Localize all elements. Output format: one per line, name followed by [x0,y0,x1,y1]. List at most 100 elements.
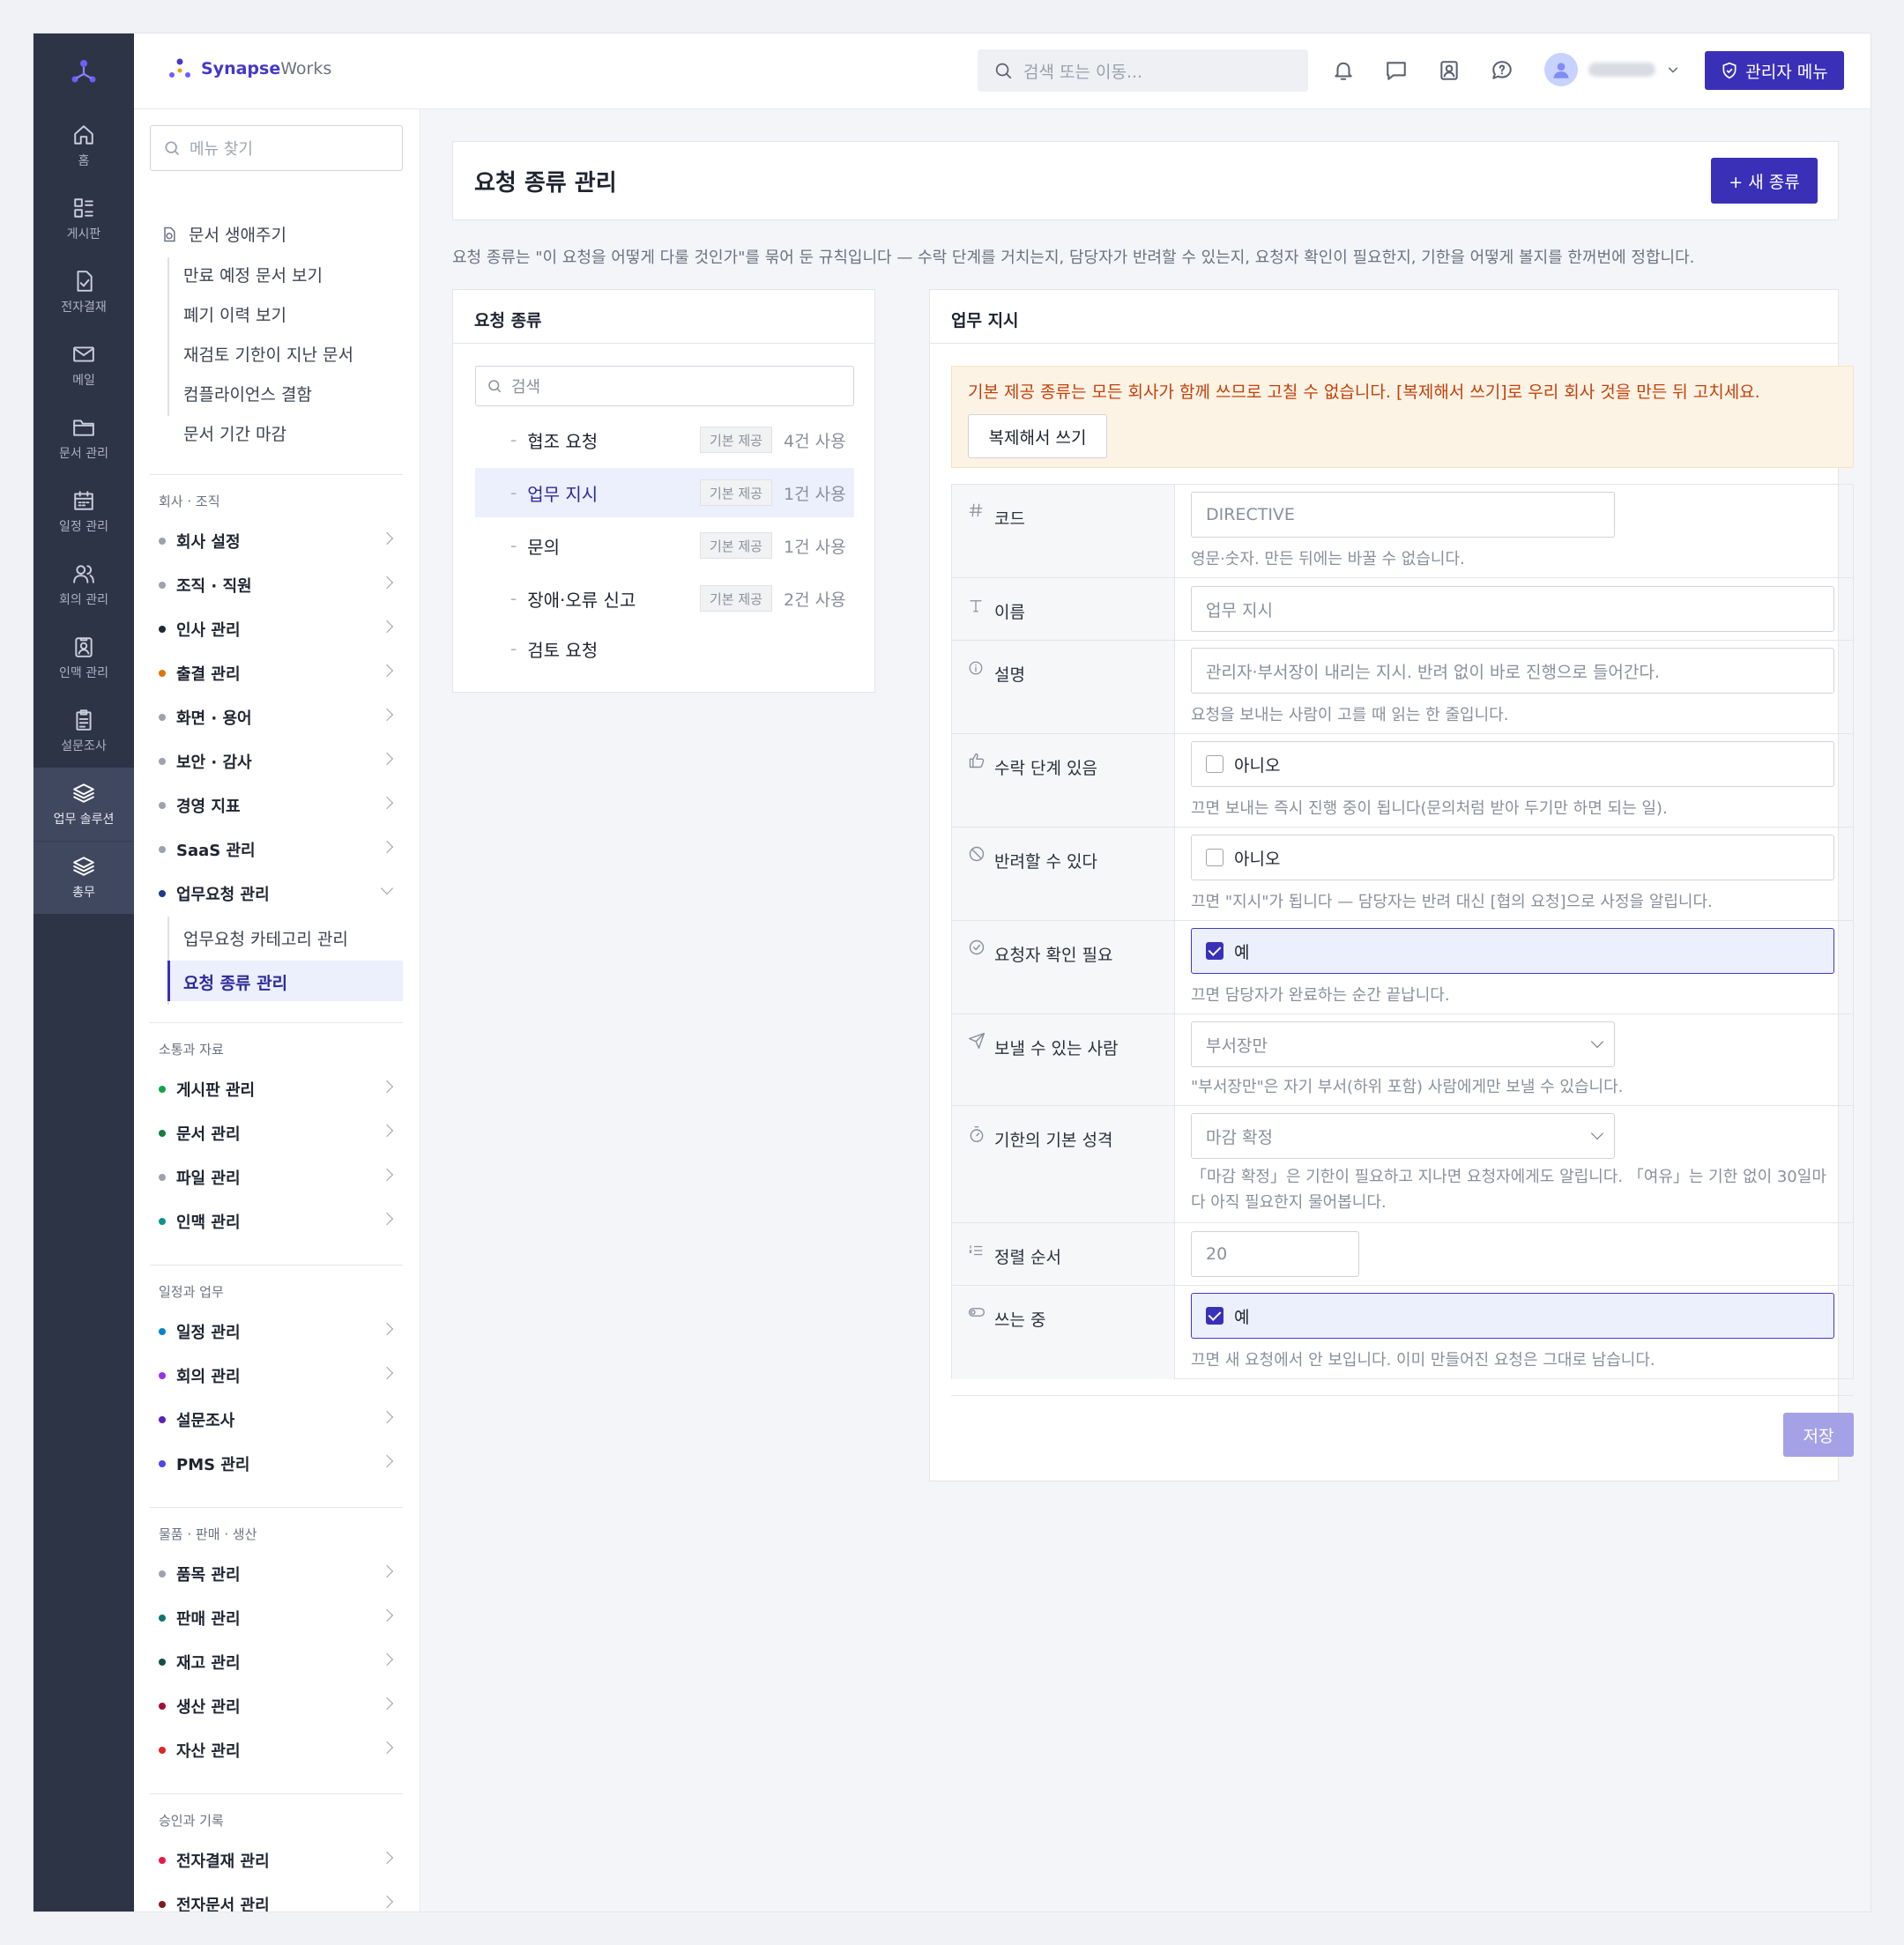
rail-item-meeting[interactable]: 회의 관리 [33,548,134,621]
brand-secondary: Works [280,59,332,78]
nav-item-items-admin[interactable]: 품목 관리 [159,1556,397,1592]
nav-item-file-admin[interactable]: 파일 관리 [159,1160,397,1195]
accept-step-toggle[interactable]: 아니오 [1191,741,1834,787]
nav-item-kpi[interactable]: 경영 지표 [159,788,397,823]
code-input[interactable]: DIRECTIVE [1191,492,1615,538]
type-list-item[interactable]: - 검토 요청 [475,624,854,673]
lifecycle-item[interactable]: 만료 예정 문서 보기 [183,263,323,286]
nav-item-schedule-admin[interactable]: 일정 관리 [159,1314,397,1349]
nav-item-approval-admin[interactable]: 전자결재 관리 [159,1843,397,1878]
requester-confirm-toggle[interactable]: 예 [1191,928,1834,974]
rail-item-calendar[interactable]: 일정 관리 [33,475,134,548]
nav-item-screen-terms[interactable]: 화면 · 용어 [159,700,397,735]
rail-item-work-solution[interactable]: 업무 솔루션 [33,768,134,841]
nav-item-asset-admin[interactable]: 자산 관리 [159,1733,397,1768]
nav-item-meeting-admin[interactable]: 회의 관리 [159,1358,397,1393]
nav-item-work-request[interactable]: 업무요청 관리 [159,876,397,911]
help-button[interactable] [1488,56,1516,85]
nav-item-hr[interactable]: 인사 관리 [159,612,397,647]
chevron-down-icon [1590,1126,1604,1140]
user-menu[interactable] [1544,53,1680,86]
chevron-down-icon [1668,67,1678,73]
lifecycle-item[interactable]: 재검토 기한이 지난 문서 [183,342,353,366]
rail-item-contacts[interactable]: 인맥 관리 [33,621,134,694]
type-list-item[interactable]: - 문의 기본 제공 1건 사용 [475,521,854,570]
active-toggle[interactable]: 예 [1191,1293,1834,1339]
rail-item-docs[interactable]: 문서 관리 [33,402,134,475]
toggle-icon [968,1308,985,1317]
nav-item-doc-admin[interactable]: 문서 관리 [159,1116,397,1151]
nav-item-label: 일정 관리 [176,1324,241,1342]
rail-logo[interactable] [33,33,134,109]
rail-item-survey[interactable]: 설문조사 [33,694,134,768]
home-icon [74,124,93,145]
menu-search-input[interactable]: 메뉴 찾기 [150,125,403,171]
nav-item-production-admin[interactable]: 생산 관리 [159,1689,397,1724]
toggle-value: 예 [1234,942,1250,962]
save-button[interactable]: 저장 [1783,1413,1854,1457]
description-input[interactable]: 관리자·부서장이 내리는 지시. 반려 없이 바로 진행으로 들어간다. [1191,648,1834,694]
request-types-panel: 요청 종류 검색 - 협조 요청 기본 제공 4건 사용 - 업무 지시 기본 제공 1건 … [452,289,875,693]
chevron-right-icon [380,1366,394,1380]
nav-item-board-admin[interactable]: 게시판 관리 [159,1072,397,1107]
lifecycle-item[interactable]: 문서 기간 마감 [183,421,286,445]
nav-item-security-audit[interactable]: 보안 · 감사 [159,744,397,779]
type-list-item[interactable]: - 장애·오류 신고 기본 제공 2건 사용 [475,574,854,623]
nav-item-label: 전자문서 관리 [176,1897,270,1912]
chevron-right-icon [380,796,394,810]
nav-item-sales-admin[interactable]: 판매 관리 [159,1600,397,1636]
form-row-sender: 보낼 수 있는 사람 부서장만 "부서장만"은 자기 부서(하위 포함) 사람에… [952,1014,1853,1106]
brand[interactable]: SynapseWorks [167,56,331,81]
messages-button[interactable] [1382,56,1410,85]
contacts-button[interactable] [1435,56,1463,85]
rail-item-home[interactable]: 홈 [33,109,134,182]
nav-dot [159,1615,166,1622]
nav-divider [150,1507,403,1508]
nav-item-company-settings[interactable]: 회사 설정 [159,523,397,559]
nav-item-pms-admin[interactable]: PMS 관리 [159,1446,397,1481]
nav-item-survey-admin[interactable]: 설문조사 [159,1402,397,1437]
global-search[interactable]: 검색 또는 이동... [978,49,1308,92]
admin-menu-button[interactable]: 관리자 메뉴 [1705,51,1844,90]
lifecycle-title: 문서 생애주기 [189,226,286,245]
new-type-button[interactable]: + 새 종류 [1711,158,1818,204]
nav-subitem-request-types-active[interactable]: 요청 종류 관리 [167,961,403,1001]
search-icon [995,63,1012,79]
rail-item-general-affairs[interactable]: 총무 [33,841,134,914]
lifecycle-item[interactable]: 컴플라이언스 결함 [183,382,312,405]
nav-dot [159,1703,166,1710]
rail-item-approval[interactable]: 전자결재 [33,256,134,329]
nav-item-saas[interactable]: SaaS 관리 [159,832,397,867]
type-list-item[interactable]: - 협조 요청 기본 제공 4건 사용 [475,415,854,464]
sender-select[interactable]: 부서장만 [1191,1021,1615,1067]
types-search-input[interactable]: 검색 [475,366,854,406]
form-label-cell: 기한의 기본 성격 [952,1106,1175,1222]
nav-item-edoc-admin[interactable]: 전자문서 관리 [159,1887,397,1912]
lifecycle-group[interactable]: 문서 생애주기 [160,222,286,246]
rail-item-board[interactable]: 게시판 [33,182,134,256]
form-label-cell: 정렬 순서 [952,1223,1175,1285]
search-icon [488,380,502,393]
sort-order-input[interactable]: 20 [1191,1231,1359,1277]
indent-dash: - [510,429,517,450]
nav-item-network-admin[interactable]: 인맥 관리 [159,1204,397,1239]
nav-item-attendance[interactable]: 출결 관리 [159,656,397,691]
rejectable-toggle[interactable]: 아니오 [1191,835,1834,880]
nav-dot [159,1416,166,1423]
deadline-select[interactable]: 마감 확정 [1191,1113,1615,1159]
nav-divider [150,1793,403,1794]
synapse-logo-icon [71,60,96,83]
clipboard-icon [76,709,92,731]
form-label: 반려할 수 있다 [994,852,1097,872]
nav-dot [159,890,166,897]
nav-item-org-staff[interactable]: 조직 · 직원 [159,568,397,603]
type-name: 문의 [527,536,561,558]
notifications-button[interactable] [1329,56,1357,85]
nav-subitem-category[interactable]: 업무요청 카테고리 관리 [183,926,348,950]
lifecycle-item[interactable]: 폐기 이력 보기 [183,302,286,326]
type-list-item-selected[interactable]: - 업무 지시 기본 제공 1건 사용 [475,468,854,517]
nav-item-inventory-admin[interactable]: 재고 관리 [159,1644,397,1680]
clone-button[interactable]: 복제해서 쓰기 [968,414,1107,458]
name-input[interactable]: 업무 지시 [1191,586,1834,632]
rail-item-mail[interactable]: 메일 [33,329,134,402]
